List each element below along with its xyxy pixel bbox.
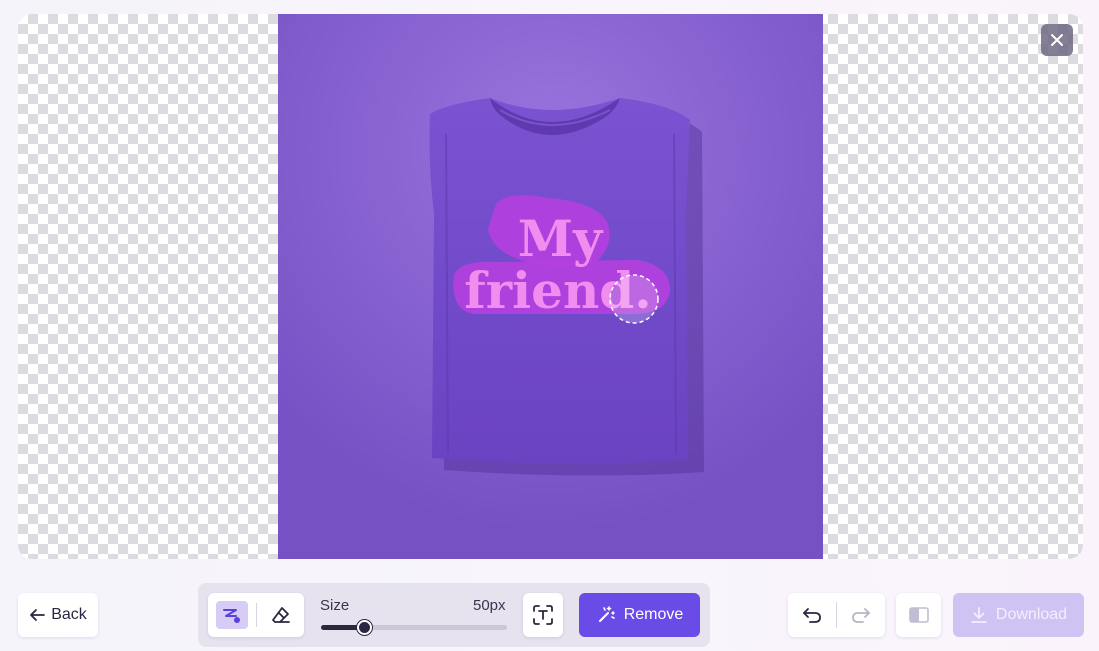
text-scan-icon [533,605,553,625]
eraser-tool[interactable] [266,601,296,629]
tshirt-photo[interactable]: My friend. [278,14,823,559]
redo-button[interactable] [837,593,885,637]
undo-redo-group [788,593,885,637]
text-detect-button[interactable] [523,593,563,637]
back-label: Back [51,606,87,623]
tool-panel: Size 50px Remove [198,583,710,647]
redo-icon [852,608,870,623]
brush-size-label: Size [320,597,350,614]
compare-button[interactable] [896,593,941,637]
brush-cursor [609,274,659,324]
brush-icon [223,609,240,623]
remove-label: Remove [623,606,684,623]
restore-brush-tool[interactable] [216,601,248,629]
magic-wand-icon [598,606,615,622]
slider-thumb[interactable] [357,620,372,635]
close-icon [1051,34,1063,46]
download-button[interactable]: Download [953,593,1084,637]
brush-mode-group [208,593,304,637]
tool-divider [256,603,257,627]
compare-icon [908,607,929,623]
eraser-icon [272,607,290,623]
arrow-left-icon [30,609,46,621]
download-icon [971,607,987,623]
brush-size-value: 50px [473,597,506,614]
remove-button[interactable]: Remove [579,593,700,637]
undo-icon [803,608,821,623]
undo-button[interactable] [788,593,836,637]
tshirt-illustration: My friend. [278,14,823,559]
image-canvas[interactable]: My friend. [18,14,1083,559]
close-button[interactable] [1041,24,1073,56]
back-button[interactable]: Back [18,593,98,637]
brush-size-slider[interactable] [321,620,507,635]
shirt-text-line1: My [518,209,604,268]
download-label: Download [995,606,1068,623]
